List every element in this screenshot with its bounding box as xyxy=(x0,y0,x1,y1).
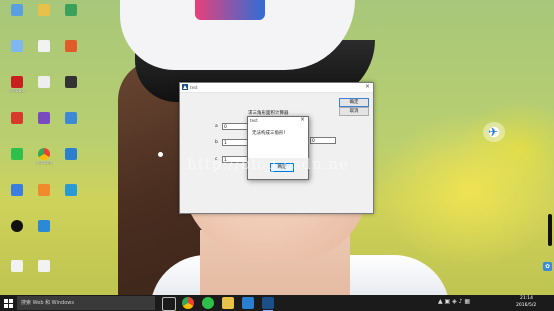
message-title: test xyxy=(250,118,258,123)
icon-label: Adobe xyxy=(9,89,25,94)
message-text: 无法构成三角形！ xyxy=(252,131,288,136)
document-icon xyxy=(38,40,50,52)
desktop-icon[interactable] xyxy=(54,184,88,197)
desktop-icon[interactable] xyxy=(54,112,88,125)
app-icon xyxy=(65,112,77,124)
bird-icon: ✈ xyxy=(488,125,499,139)
taskbar-search-input[interactable]: 搜索 Web 和 Windows xyxy=(17,296,155,310)
cancel-button[interactable]: 取消 xyxy=(339,107,369,116)
app-icon xyxy=(11,112,23,124)
wechat-icon[interactable] xyxy=(202,297,214,309)
app-icon xyxy=(11,148,23,160)
task-view-icon[interactable] xyxy=(162,297,176,311)
window-title: test xyxy=(190,84,198,90)
app-icon xyxy=(38,220,50,232)
icon-label: Acrobat xyxy=(35,161,53,166)
triangle-app-taskbar-icon[interactable] xyxy=(262,297,274,311)
app-icon xyxy=(65,148,77,160)
app-icon xyxy=(65,184,77,196)
desktop-icon[interactable] xyxy=(54,4,88,17)
desktop-icon[interactable] xyxy=(27,220,61,233)
scrollbar-thumb[interactable] xyxy=(548,214,552,246)
close-icon[interactable]: × xyxy=(300,116,305,123)
app-icon xyxy=(38,184,50,196)
app-icon xyxy=(38,112,50,124)
message-titlebar[interactable]: test × xyxy=(248,116,308,125)
xiaomi-icon xyxy=(65,40,77,52)
clock-time: 21:14 xyxy=(520,296,533,301)
desktop-icon[interactable] xyxy=(54,76,88,89)
document-icon xyxy=(11,260,23,272)
wallpaper-earring xyxy=(158,152,163,157)
chrome-icon xyxy=(38,148,50,160)
store-icon[interactable] xyxy=(242,297,254,309)
app-icon xyxy=(11,184,23,196)
adobe-reader-icon xyxy=(11,76,23,88)
label-b: b xyxy=(215,140,218,145)
app-icon xyxy=(65,76,77,88)
window-titlebar[interactable]: test × xyxy=(180,83,373,93)
file-explorer-icon[interactable] xyxy=(222,297,234,309)
close-icon[interactable]: × xyxy=(365,83,370,90)
wallpaper-cap-logo xyxy=(195,0,265,20)
floating-app-icon[interactable]: ✿ xyxy=(543,262,552,271)
folder-icon xyxy=(38,4,50,16)
label-a: a xyxy=(215,124,218,129)
system-tray[interactable]: ▲ ▣ ◈ ♪ ▦ xyxy=(438,298,470,305)
url-watermark: http://blog.csdn.ne xyxy=(187,155,349,173)
network-icon xyxy=(11,40,23,52)
desktop-icon[interactable] xyxy=(54,40,88,53)
windows-start-icon[interactable] xyxy=(4,299,13,308)
confirm-button[interactable]: 确定 xyxy=(339,98,369,107)
taskbar: 搜索 Web 和 Windows ▲ ▣ ◈ ♪ ▦ 21:14 2016/5/… xyxy=(0,295,554,311)
desktop-icon[interactable] xyxy=(27,260,61,273)
desktop-icon[interactable] xyxy=(54,148,88,161)
app-icon xyxy=(65,4,77,16)
document-icon xyxy=(38,260,50,272)
computer-icon xyxy=(11,4,23,16)
app-icon xyxy=(182,84,188,90)
clock-date: 2016/5/2 xyxy=(516,303,537,308)
chrome-icon[interactable] xyxy=(182,297,194,309)
result-field[interactable]: 0 xyxy=(310,137,336,144)
document-icon xyxy=(38,76,50,88)
qq-icon xyxy=(11,220,23,232)
